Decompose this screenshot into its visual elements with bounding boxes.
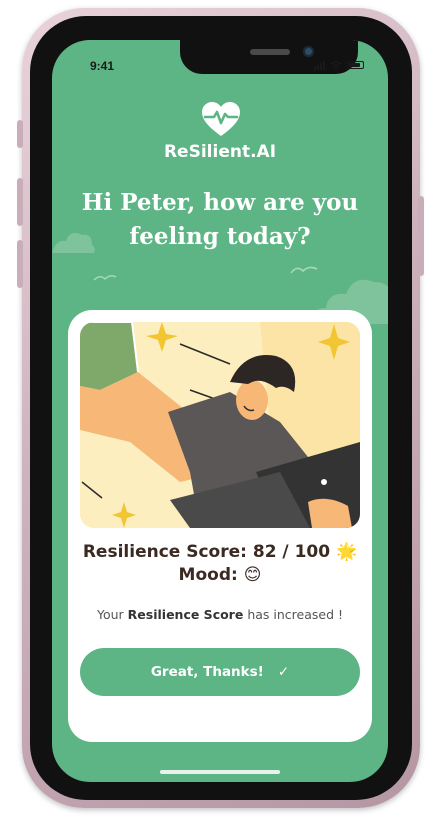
illustration-art bbox=[80, 322, 360, 528]
wifi-icon bbox=[330, 60, 342, 70]
smiley-emoji-icon: 😊 bbox=[243, 565, 262, 585]
heart-pulse-icon bbox=[202, 102, 240, 136]
front-camera bbox=[303, 46, 314, 57]
great-thanks-button[interactable]: Great, Thanks! ✓ bbox=[80, 648, 360, 696]
volume-down-button bbox=[17, 240, 23, 288]
status-time: 9:41 bbox=[90, 59, 115, 73]
app-brand-name: ReSilient.AI bbox=[163, 142, 277, 162]
app-screen: 9:41 ReSilient.AI Hi Peter, how are you … bbox=[52, 40, 388, 782]
star-emoji-icon: 🌟 bbox=[335, 542, 358, 562]
resilience-score-label: Resilience Score: bbox=[82, 542, 247, 562]
greeting-line-1: Hi Peter, how are you bbox=[81, 189, 359, 216]
signal-icon bbox=[314, 60, 325, 70]
info-suffix: has increased ! bbox=[247, 607, 343, 622]
mood-label: Mood: bbox=[178, 565, 238, 585]
resilience-card: Resilience Score: 82 / 100 🌟 Mood: 😊 You… bbox=[68, 310, 372, 742]
info-prefix: Your bbox=[97, 607, 124, 622]
cta-label: Great, Thanks! bbox=[150, 664, 264, 680]
resilience-score-line: Resilience Score: 82 / 100 🌟 bbox=[68, 541, 372, 564]
bird-decoration bbox=[290, 266, 318, 274]
status-icons bbox=[314, 60, 364, 70]
speaker-grille bbox=[250, 49, 290, 55]
check-icon: ✓ bbox=[277, 664, 290, 680]
score-increase-message: Your Resilience Score has increased ! bbox=[68, 607, 372, 622]
home-indicator[interactable] bbox=[160, 770, 280, 774]
volume-up-button bbox=[17, 178, 23, 226]
silent-switch bbox=[17, 120, 23, 148]
resilience-score-value: 82 / 100 bbox=[252, 542, 331, 562]
illustration-person-laptop bbox=[80, 322, 360, 528]
power-button bbox=[418, 196, 424, 276]
mood-line: Mood: 😊 bbox=[68, 564, 372, 587]
score-block: Resilience Score: 82 / 100 🌟 Mood: 😊 bbox=[68, 541, 372, 587]
greeting-line-2: feeling today? bbox=[129, 223, 311, 250]
bird-decoration-small bbox=[93, 275, 117, 281]
battery-icon bbox=[347, 61, 364, 69]
greeting-heading: Hi Peter, how are you feeling today? bbox=[72, 186, 368, 254]
info-bold: Resilience Score bbox=[127, 607, 244, 622]
